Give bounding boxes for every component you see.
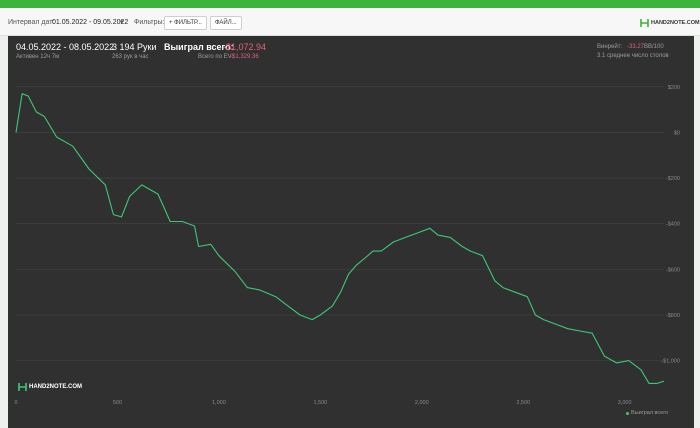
hand2note-logo-icon	[18, 383, 27, 391]
hand2note-logo-icon	[640, 19, 649, 27]
date-range-select[interactable]: 01.05.2022 - 09.05.2022	[52, 19, 128, 26]
x-tick-label: 1,500	[313, 400, 327, 406]
y-tick-label: -$800	[666, 313, 680, 319]
top-accent-bar	[0, 0, 700, 8]
x-tick-label: 0	[14, 400, 17, 406]
file-button[interactable]: ФАЙЛ...	[210, 16, 242, 30]
y-tick-label: $200	[668, 85, 680, 91]
y-tick-label: -$400	[666, 222, 680, 228]
y-tick-label: -$200	[666, 176, 680, 182]
chart-watermark-text: HAND2NOTE.COM	[29, 384, 83, 390]
chart-legend: Выиграл всего	[626, 410, 668, 416]
legend-swatch	[626, 411, 629, 415]
x-tick-label: 2,500	[516, 400, 530, 406]
x-tick-label: 500	[113, 400, 122, 406]
y-tick-label: -$1,000	[661, 359, 680, 365]
y-tick-label: $0	[674, 130, 680, 136]
x-tick-label: 2,000	[415, 400, 429, 406]
winnings-line-chart: $200 $0 -$200 -$400 -$600 -$800 -$1,000 0 500 1,0…	[14, 85, 680, 406]
brand-logo-text: HAND2NOTE.COM	[651, 20, 700, 26]
chevron-down-icon[interactable]: ▾	[120, 18, 124, 26]
filters-label: Фильтры:	[134, 19, 165, 26]
brand-logo: HAND2NOTE.COM	[640, 18, 700, 28]
x-tick-label: 3,000	[618, 400, 632, 406]
x-tick-label: 1,000	[212, 400, 226, 406]
legend-series-label: Выиграл всего	[631, 410, 669, 416]
series-line	[15, 93, 665, 384]
graph-panel: 04.05.2022 - 08.05.2022 Активен 12ч 7м 3…	[8, 36, 694, 428]
y-tick-label: -$600	[666, 267, 680, 273]
add-filter-button[interactable]: + ФИЛЬТР...	[164, 16, 207, 30]
interval-label: Интервал дат:	[8, 19, 55, 26]
filter-toolbar: Интервал дат: 01.05.2022 - 09.05.2022 ▾ …	[0, 8, 700, 36]
chart-watermark-logo: HAND2NOTE.COM	[18, 382, 82, 392]
